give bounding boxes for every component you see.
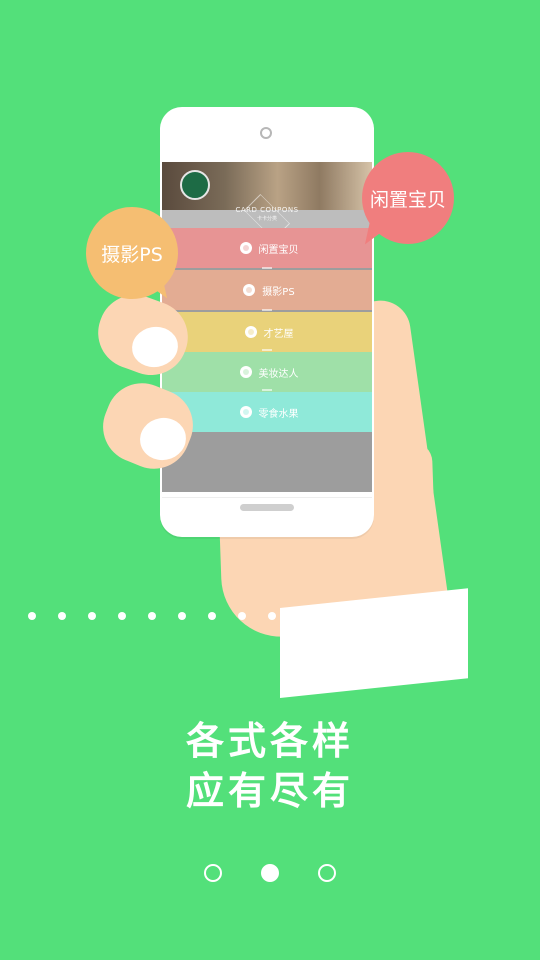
- dot: [148, 612, 156, 620]
- dotted-line: [28, 612, 276, 620]
- category-card-photography[interactable]: 摄影PS: [162, 267, 372, 310]
- page-indicator: [204, 862, 336, 884]
- category-label: 才艺屋: [263, 328, 294, 340]
- page-dot-2[interactable]: [261, 864, 279, 882]
- card-divider: [262, 267, 272, 269]
- phone-home-bar: [240, 504, 294, 511]
- dot: [58, 612, 66, 620]
- dot: [118, 612, 126, 620]
- card-divider: [262, 389, 272, 391]
- headline-line-1: 各式各样: [185, 718, 354, 763]
- category-card-beauty[interactable]: 美妆达人: [162, 349, 372, 392]
- banner-title: CARD COUPONS: [235, 206, 299, 214]
- speech-bubble-idle-items: 闲置宝贝: [362, 152, 454, 244]
- banner-subtitle: 卡卡分类: [256, 216, 277, 222]
- category-label: 美妆达人: [258, 368, 299, 380]
- card-divider: [262, 349, 272, 351]
- coffee-logo-icon: [180, 170, 210, 200]
- lipstick-icon: [239, 366, 252, 378]
- category-card-idle-items[interactable]: 闲置宝贝: [162, 228, 372, 268]
- bubble-label: 摄影PS: [101, 243, 163, 266]
- category-card-snacks[interactable]: 零食水果: [162, 389, 372, 432]
- headline-line-2: 应有尽有: [185, 768, 354, 813]
- dot: [178, 612, 186, 620]
- star-icon: [244, 326, 257, 338]
- card-divider: [262, 309, 272, 311]
- bubble-label: 闲置宝贝: [369, 188, 446, 211]
- category-label: 闲置宝贝: [258, 244, 299, 256]
- dot: [88, 612, 96, 620]
- tag-icon: [239, 242, 252, 254]
- phone-camera: [260, 127, 272, 139]
- phone-divider: [162, 497, 372, 498]
- dot: [238, 612, 246, 620]
- dot: [208, 612, 216, 620]
- fruit-icon: [239, 406, 252, 418]
- dot: [268, 612, 276, 620]
- category-label: 零食水果: [258, 408, 299, 420]
- speech-bubble-photography: 摄影PS: [86, 207, 178, 299]
- camera-icon: [243, 284, 256, 296]
- onboarding-illustration: CARD COUPONS 卡卡分类 闲置宝贝 摄影PS 才艺屋 美妆达人 零食水…: [0, 0, 540, 720]
- onboarding-headline: 各式各样 应有尽有: [0, 716, 540, 816]
- page-dot-3[interactable]: [318, 864, 336, 882]
- dot: [28, 612, 36, 620]
- shirt-sleeve: [280, 588, 468, 698]
- category-card-talent[interactable]: 才艺屋: [162, 309, 372, 352]
- category-label: 摄影PS: [262, 286, 295, 298]
- page-dot-1[interactable]: [204, 864, 222, 882]
- phone-screen: CARD COUPONS 卡卡分类 闲置宝贝 摄影PS 才艺屋 美妆达人 零食水…: [162, 162, 372, 492]
- phone-mockup: CARD COUPONS 卡卡分类 闲置宝贝 摄影PS 才艺屋 美妆达人 零食水…: [160, 107, 374, 537]
